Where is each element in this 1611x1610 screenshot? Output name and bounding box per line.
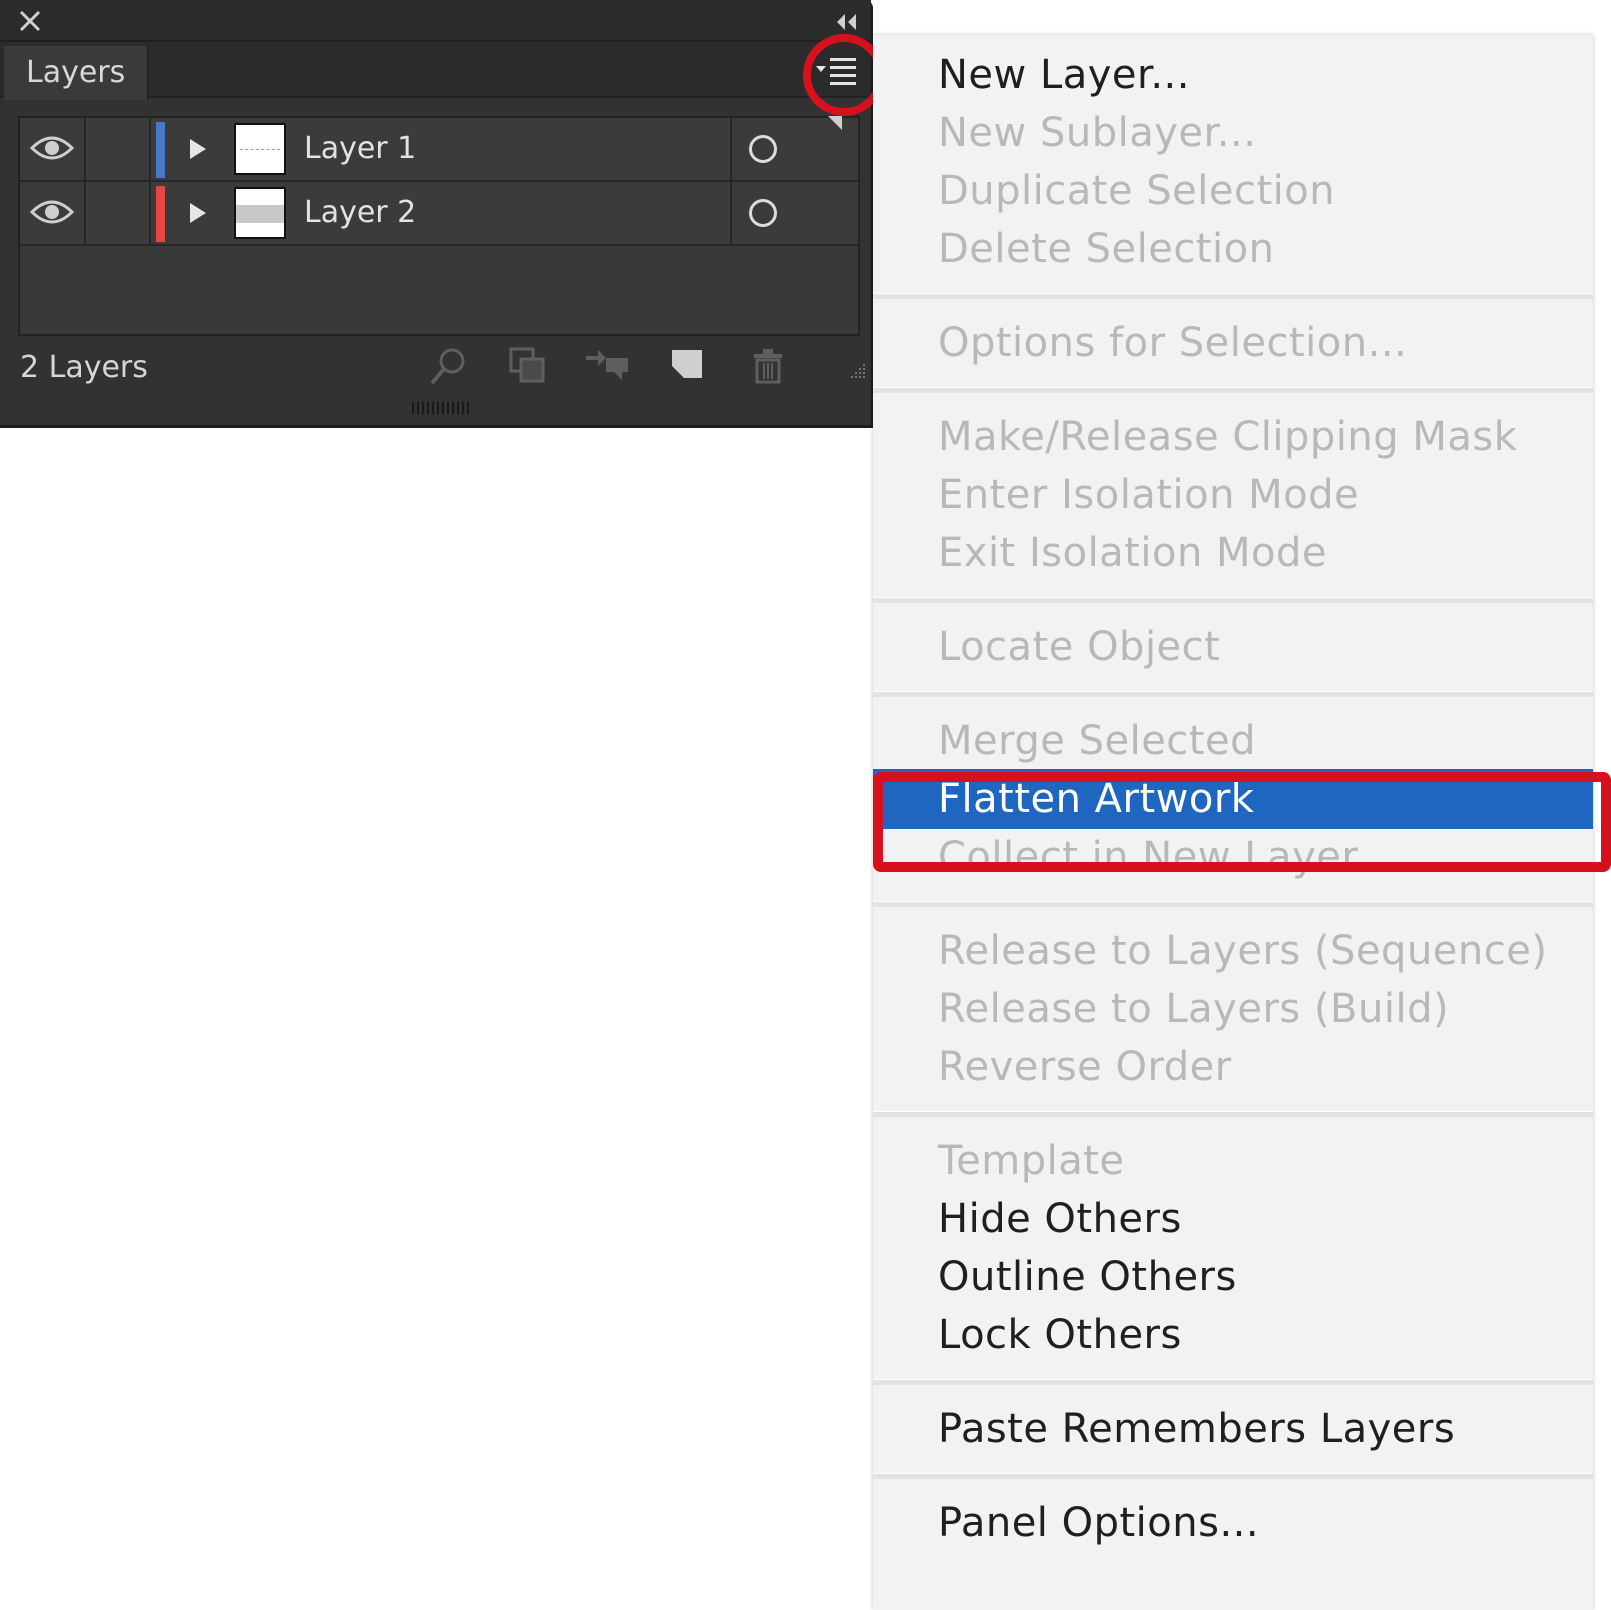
menu-item-new-layer[interactable]: New Layer...: [873, 45, 1593, 105]
menu-separator: [873, 293, 1593, 299]
menu-item-release-to-layers-build[interactable]: Release to Layers (Build): [873, 979, 1593, 1039]
layer-name[interactable]: Layer 1: [304, 118, 416, 180]
menu-item-merge-selected[interactable]: Merge Selected: [873, 711, 1593, 771]
menu-separator: [873, 691, 1593, 697]
menu-item-exit-isolation-mode[interactable]: Exit Isolation Mode: [873, 523, 1593, 583]
menu-item-paste-remembers-layers[interactable]: Paste Remembers Layers: [873, 1399, 1593, 1459]
menu-separator: [873, 597, 1593, 603]
menu-item-duplicate-selection[interactable]: Duplicate Selection: [873, 161, 1593, 221]
lock-toggle[interactable]: [86, 118, 151, 180]
menu-item-hide-others[interactable]: Hide Others: [873, 1189, 1593, 1249]
trash-icon[interactable]: [748, 346, 788, 390]
disclosure-arrow-icon[interactable]: [188, 137, 208, 165]
lock-toggle[interactable]: [86, 182, 151, 244]
layer-row[interactable]: Layer 1: [20, 118, 858, 182]
menu-item-clipping-mask[interactable]: Make/Release Clipping Mask: [873, 407, 1593, 467]
locate-object-icon[interactable]: [428, 346, 468, 390]
target-circle-icon: [749, 199, 777, 227]
visibility-toggle[interactable]: [20, 118, 86, 180]
layers-panel: Layers Layer 1 Layer 2 2 Layers: [0, 0, 873, 428]
menu-item-new-sublayer[interactable]: New Sublayer...: [873, 103, 1593, 163]
annotation-highlight-box: [873, 772, 1611, 872]
make-clipping-mask-icon[interactable]: [508, 346, 548, 390]
menu-item-reverse-order[interactable]: Reverse Order: [873, 1037, 1593, 1097]
visibility-toggle[interactable]: [20, 182, 86, 244]
layer-thumbnail: [234, 187, 286, 239]
move-to-layer-icon[interactable]: [584, 346, 630, 390]
menu-separator: [873, 1473, 1593, 1479]
layer-row[interactable]: Layer 2: [20, 182, 858, 246]
menu-item-release-to-layers-sequence[interactable]: Release to Layers (Sequence): [873, 921, 1593, 981]
menu-item-enter-isolation-mode[interactable]: Enter Isolation Mode: [873, 465, 1593, 525]
target-cell[interactable]: [730, 118, 862, 180]
menu-item-delete-selection[interactable]: Delete Selection: [873, 219, 1593, 279]
menu-separator: [873, 901, 1593, 907]
menu-item-outline-others[interactable]: Outline Others: [873, 1247, 1593, 1307]
eye-icon: [29, 134, 75, 166]
menu-item-lock-others[interactable]: Lock Others: [873, 1305, 1593, 1365]
panel-titlebar: [0, 0, 871, 42]
new-layer-icon[interactable]: [668, 346, 708, 390]
close-icon[interactable]: [18, 9, 42, 37]
menu-item-locate-object[interactable]: Locate Object: [873, 617, 1593, 677]
target-circle-icon: [749, 135, 777, 163]
resize-handle-icon[interactable]: [845, 362, 867, 388]
scroll-corner-indicator: [828, 116, 842, 130]
tab-layers[interactable]: Layers: [4, 46, 149, 100]
layer-thumbnail: [234, 123, 286, 175]
eye-icon: [29, 198, 75, 230]
menu-item-template[interactable]: Template: [873, 1131, 1593, 1191]
panel-grip[interactable]: [412, 402, 472, 414]
menu-separator: [873, 387, 1593, 393]
layers-list: Layer 1 Layer 2: [18, 116, 860, 336]
target-cell[interactable]: [730, 182, 862, 244]
menu-item-options-for-selection[interactable]: Options for Selection...: [873, 313, 1593, 373]
layer-color-swatch: [156, 186, 165, 242]
layer-count: 2 Layers: [20, 350, 148, 385]
collapse-icon[interactable]: [835, 13, 859, 35]
layer-name[interactable]: Layer 2: [304, 182, 416, 244]
disclosure-arrow-icon[interactable]: [188, 201, 208, 229]
menu-separator: [873, 1379, 1593, 1385]
menu-item-panel-options[interactable]: Panel Options...: [873, 1493, 1593, 1553]
layer-color-swatch: [156, 122, 165, 178]
menu-separator: [873, 1111, 1593, 1117]
